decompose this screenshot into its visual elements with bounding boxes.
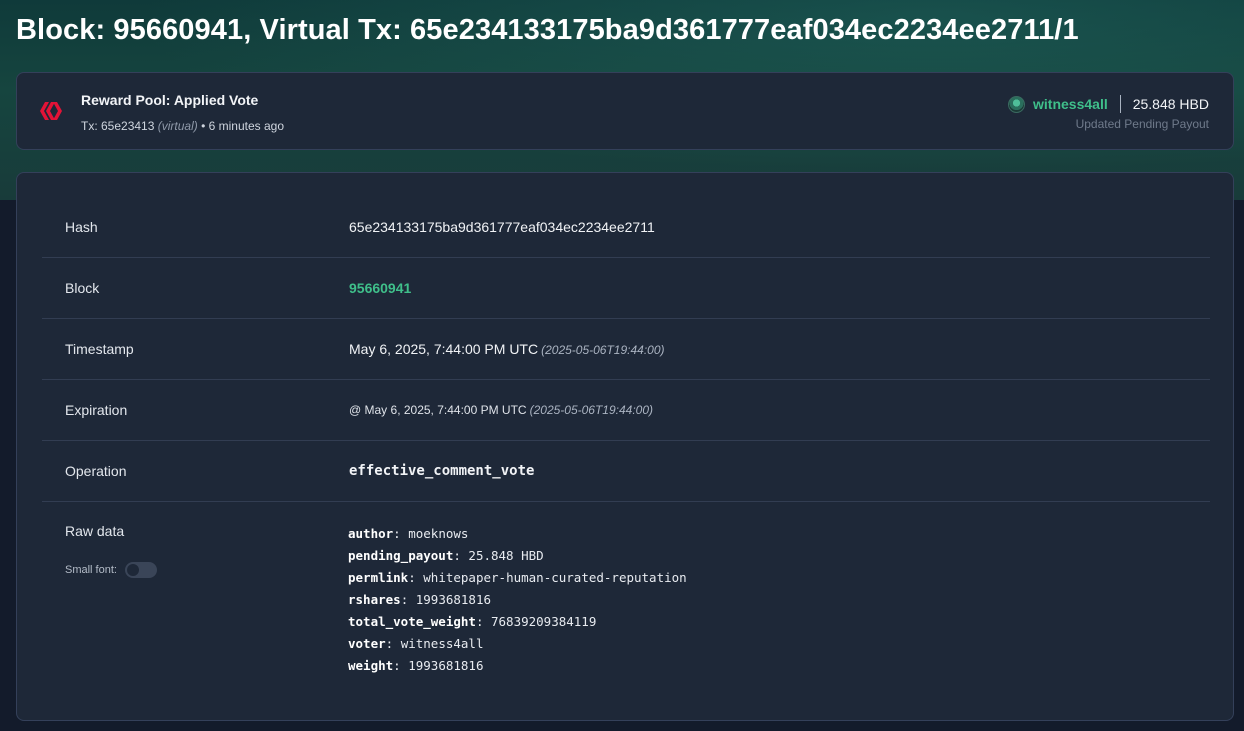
raw-field: author: moeknows: [348, 526, 469, 541]
timestamp-iso: (2025-05-06T19:44:00): [541, 343, 665, 357]
raw-key: permlink: [348, 570, 409, 585]
block-label: Block: [65, 280, 100, 296]
raw-field: total_vote_weight: 76839209384119: [348, 614, 597, 629]
raw-key: author: [348, 526, 394, 541]
detail-row-operation: Operation effective_comment_vote: [42, 441, 1210, 502]
meta-bullet: •: [201, 119, 206, 133]
voter-link[interactable]: witness4all: [1033, 96, 1108, 112]
raw-value: 1993681816: [408, 658, 484, 673]
timestamp-value: May 6, 2025, 7:44:00 PM UTC (2025-05-06T1…: [349, 319, 665, 381]
summary-payout: witness4all 25.848 HBD Updated Pending P…: [1008, 95, 1209, 131]
detail-row-expiration: Expiration @ May 6, 2025, 7:44:00 PM UTC…: [42, 380, 1210, 441]
raw-value: 25.848 HBD: [468, 548, 544, 563]
expiration-text: @ May 6, 2025, 7:44:00 PM UTC: [349, 403, 527, 417]
small-font-control: Small font:: [65, 562, 157, 578]
page-title: Block: 95660941, Virtual Tx: 65e23413317…: [16, 14, 1079, 46]
small-font-toggle[interactable]: [124, 562, 157, 578]
raw-key: pending_payout: [348, 548, 454, 563]
expiration-label: Expiration: [65, 402, 128, 418]
expiration-value: @ May 6, 2025, 7:44:00 PM UTC (2025-05-06…: [349, 380, 653, 441]
raw-value: whitepaper-human-curated-reputation: [423, 570, 687, 585]
small-font-label: Small font:: [65, 564, 117, 576]
raw-key: weight: [348, 658, 394, 673]
raw-key: total_vote_weight: [348, 614, 476, 629]
operation-value: effective_comment_vote: [349, 463, 535, 479]
payout-amount: 25.848 HBD: [1132, 96, 1209, 112]
block-link[interactable]: 95660941: [349, 258, 411, 319]
divider: [1119, 95, 1121, 113]
detail-row-timestamp: Timestamp May 6, 2025, 7:44:00 PM UTC (20…: [42, 319, 1210, 380]
timestamp-text: May 6, 2025, 7:44:00 PM UTC: [349, 341, 539, 357]
operation-label: Operation: [65, 463, 127, 479]
operation-summary-card: Reward Pool: Applied Vote Tx: 65e23413 (…: [16, 72, 1234, 150]
raw-field: rshares: 1993681816: [348, 592, 492, 607]
detail-row-block: Block 95660941: [42, 258, 1210, 319]
raw-key: voter: [348, 636, 386, 651]
hive-logo-icon: [40, 102, 62, 120]
raw-data-label: Raw data: [65, 523, 125, 539]
raw-field: voter: witness4all: [348, 636, 484, 651]
raw-value: 1993681816: [415, 592, 492, 607]
raw-value: moeknows: [408, 526, 469, 541]
time-ago: 6 minutes ago: [208, 119, 285, 133]
payout-caption: Updated Pending Payout: [1075, 117, 1209, 131]
detail-row-hash: Hash 65e234133175ba9d361777eaf034ec2234e…: [42, 197, 1210, 258]
tx-link[interactable]: Tx: 65e23413: [81, 119, 154, 133]
voter-avatar[interactable]: [1008, 95, 1026, 113]
expiration-iso: (2025-05-06T19:44:00): [529, 403, 654, 417]
raw-field: permlink: whitepaper-human-curated-reput…: [348, 570, 687, 585]
virtual-tag: (virtual): [157, 119, 198, 133]
raw-field: weight: 1993681816: [348, 658, 484, 673]
hash-value: 65e234133175ba9d361777eaf034ec2234ee2711: [349, 219, 655, 235]
raw-value: witness4all: [400, 636, 484, 651]
raw-key: rshares: [348, 592, 401, 607]
hash-label: Hash: [65, 219, 98, 235]
operation-title: Reward Pool: Applied Vote: [81, 92, 259, 108]
operation-meta: Tx: 65e23413 (virtual) • 6 minutes ago: [81, 119, 284, 133]
raw-data-list: author: moeknows pending_payout: 25.848 …: [348, 523, 687, 677]
transaction-details-card: Hash 65e234133175ba9d361777eaf034ec2234e…: [16, 172, 1234, 721]
raw-value: 76839209384119: [491, 614, 597, 629]
timestamp-label: Timestamp: [65, 341, 134, 357]
raw-field: pending_payout: 25.848 HBD: [348, 548, 544, 563]
